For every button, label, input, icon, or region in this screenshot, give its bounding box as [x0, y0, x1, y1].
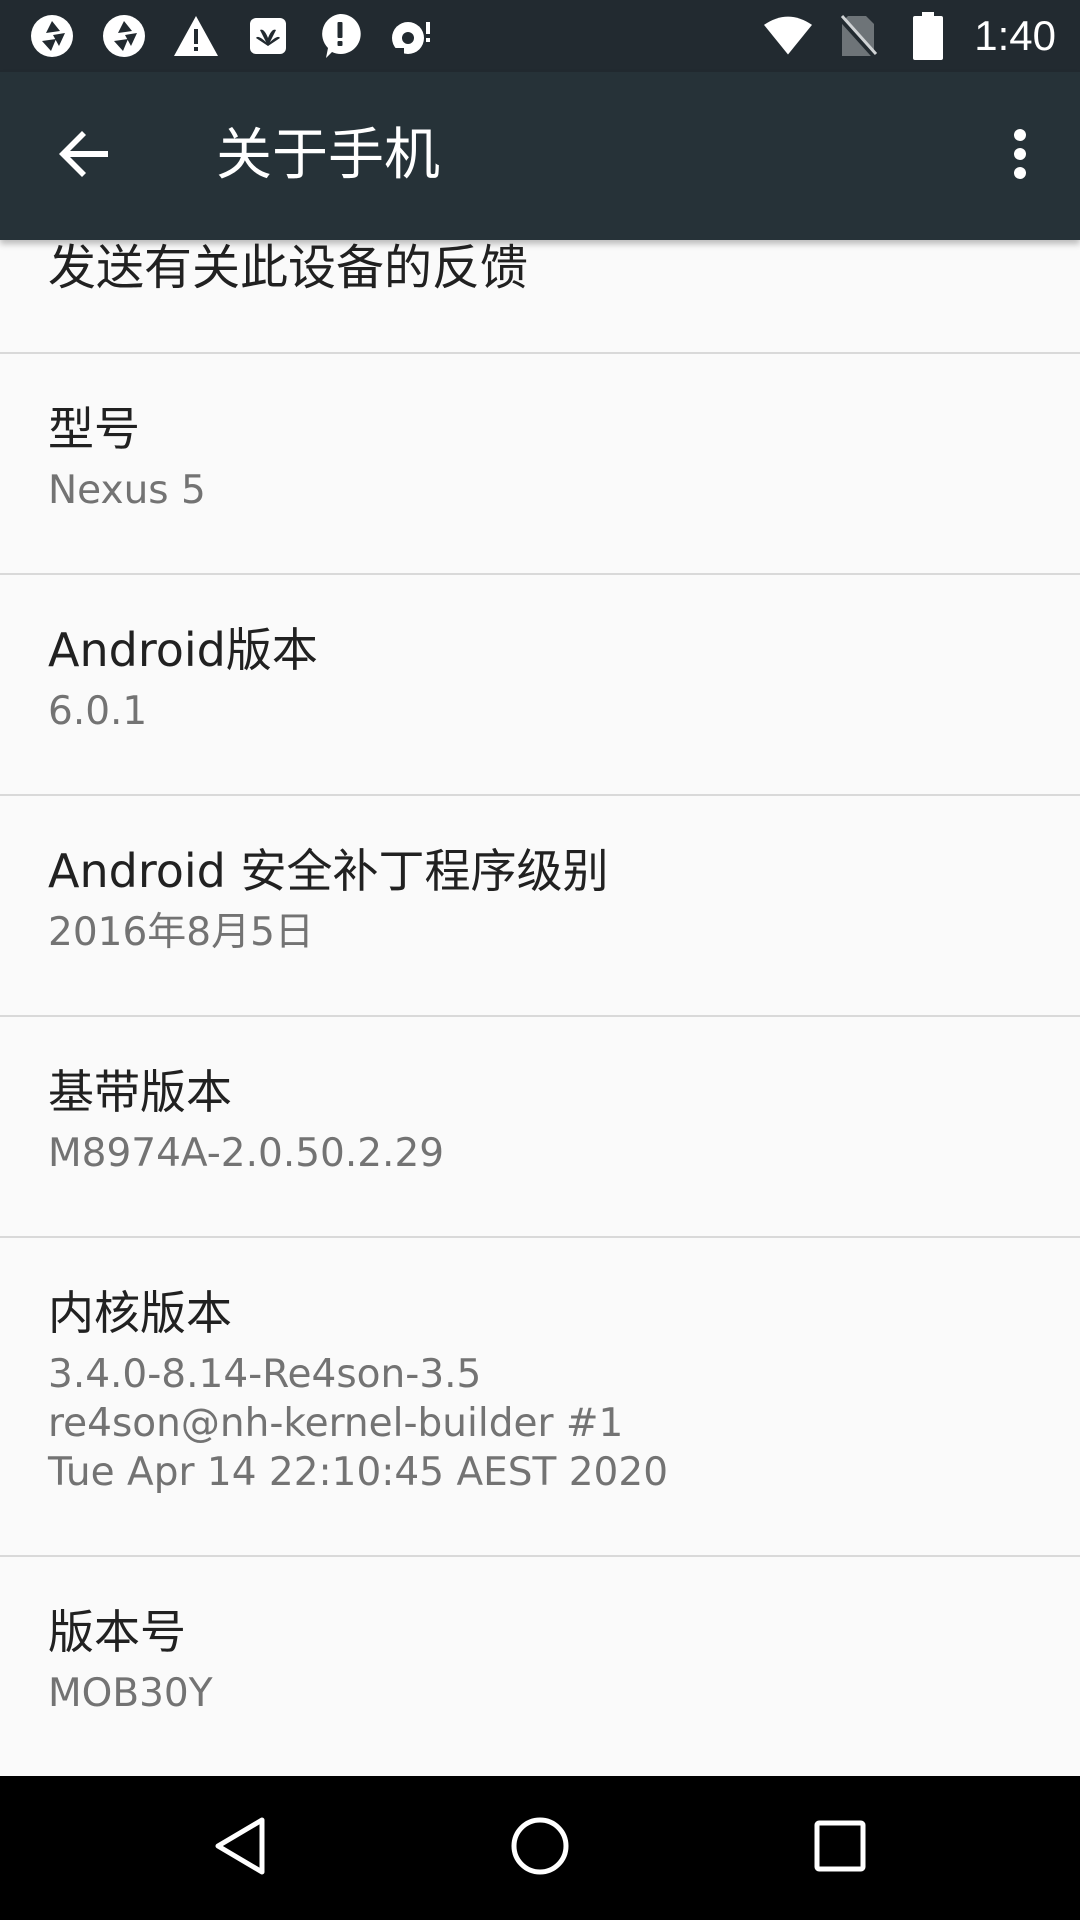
huawei-icon — [244, 12, 292, 60]
about-phone-list: 发送有关此设备的反馈 型号 Nexus 5 Android版本 6.0.1 An… — [0, 240, 1080, 1776]
alert-bubble-icon — [316, 12, 364, 60]
list-item-model[interactable]: 型号 Nexus 5 — [0, 354, 1080, 575]
list-item-title: 型号 — [48, 402, 140, 456]
list-item-value: 3.4.0-8.14-Re4son-3.5 re4son@nh-kernel-b… — [48, 1352, 669, 1495]
arrow-back-icon — [58, 130, 110, 182]
list-item-value: Nexus 5 — [48, 468, 206, 513]
status-bar: 1:40 — [0, 0, 1080, 72]
list-item-value: MOB30Y — [48, 1671, 213, 1716]
list-item-kernel[interactable]: 内核版本 3.4.0-8.14-Re4son-3.5 re4son@nh-ker… — [0, 1238, 1080, 1557]
status-time: 1:40 — [974, 12, 1056, 59]
nav-recents-button[interactable] — [780, 1800, 900, 1896]
notification-icons — [28, 10, 436, 62]
list-item-build-number[interactable]: 版本号 MOB30Y — [0, 1557, 1080, 1776]
list-item-feedback[interactable]: 发送有关此设备的反馈 — [0, 240, 1080, 354]
more-vert-icon — [1012, 128, 1028, 184]
battery-icon — [904, 12, 952, 60]
navigation-bar — [0, 1776, 1080, 1920]
back-button[interactable] — [36, 108, 132, 204]
list-item-title: 版本号 — [48, 1605, 186, 1659]
list-item-value: 6.0.1 — [48, 689, 148, 734]
no-sim-icon — [834, 12, 882, 60]
wifi-icon — [764, 12, 813, 60]
home-circle-icon — [510, 1816, 570, 1880]
list-item-value: 2016年8月5日 — [48, 910, 314, 955]
nav-home-button[interactable] — [480, 1800, 600, 1896]
list-item-value: M8974A-2.0.50.2.29 — [48, 1131, 445, 1176]
system-icons: 1:40 — [764, 10, 1056, 62]
list-item-android-version[interactable]: Android版本 6.0.1 — [0, 575, 1080, 796]
sync-icon — [388, 12, 436, 60]
list-item-title: 内核版本 — [48, 1286, 232, 1340]
nav-back-button[interactable] — [180, 1800, 300, 1896]
list-item-baseband[interactable]: 基带版本 M8974A-2.0.50.2.29 — [0, 1017, 1080, 1238]
recents-square-icon — [814, 1820, 866, 1876]
shutter-icon — [28, 12, 76, 60]
shutter-icon — [100, 12, 148, 60]
list-item-title: 基带版本 — [48, 1065, 232, 1119]
list-item-title: 发送有关此设备的反馈 — [48, 240, 529, 296]
more-options-button[interactable] — [972, 108, 1068, 204]
warning-icon — [172, 12, 220, 60]
list-item-title: Android版本 — [48, 623, 318, 677]
list-item-title: Android 安全补丁程序级别 — [48, 844, 609, 898]
list-item-security-patch[interactable]: Android 安全补丁程序级别 2016年8月5日 — [0, 796, 1080, 1017]
app-toolbar: 关于手机 — [0, 72, 1080, 240]
back-triangle-icon — [212, 1816, 268, 1880]
page-title: 关于手机 — [216, 123, 440, 188]
